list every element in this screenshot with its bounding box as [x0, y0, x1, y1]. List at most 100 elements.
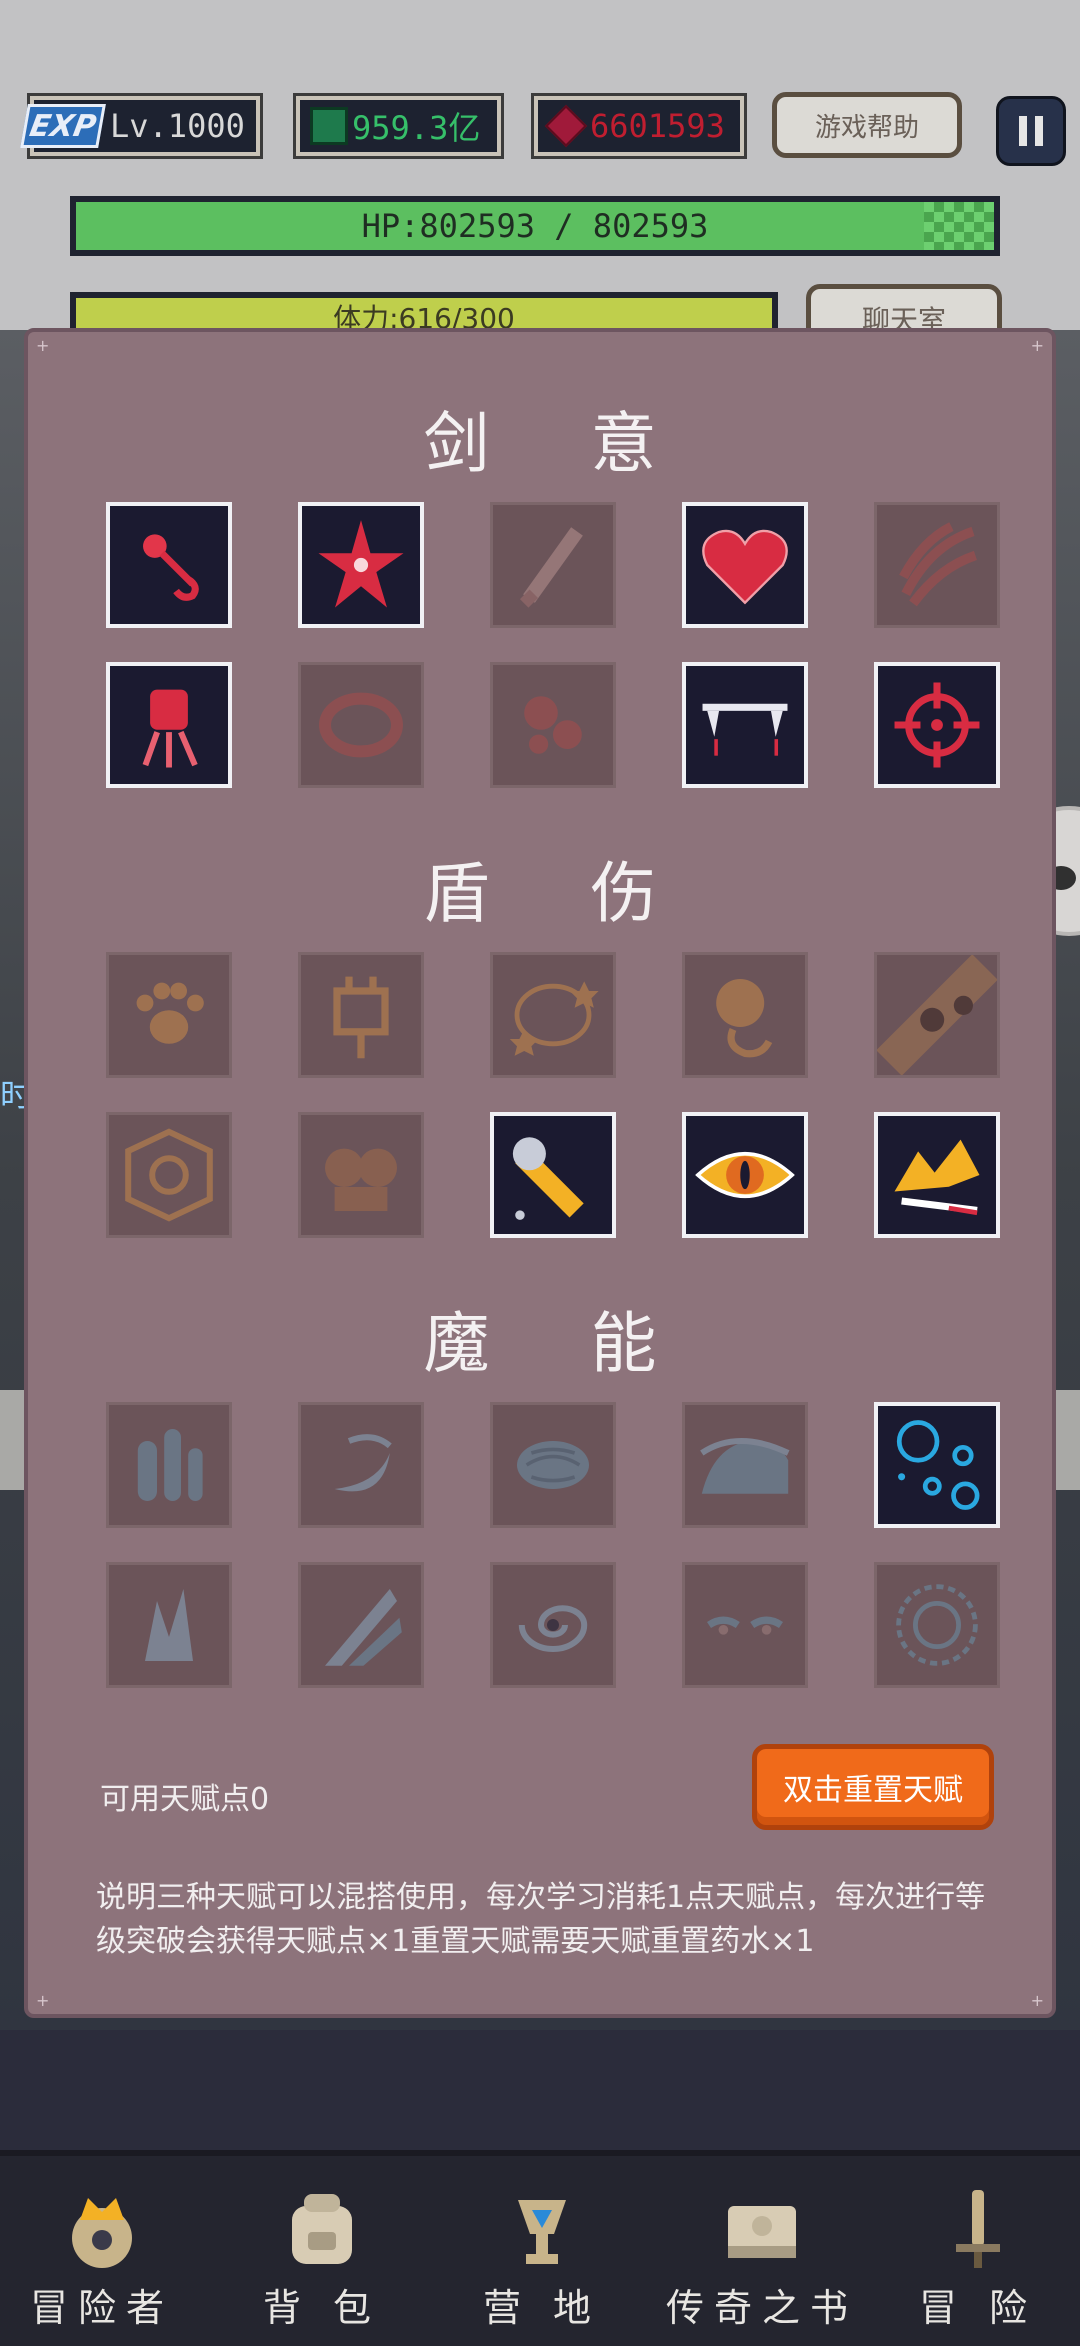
claw-slash-icon: [899, 522, 978, 607]
nav-item-adventure[interactable]: 冒 险: [878, 2156, 1078, 2346]
ruby-amount: 6601593: [590, 107, 725, 145]
gem-currency: 959.3亿: [296, 96, 501, 156]
orb-icon: [716, 979, 773, 1058]
talent-panel: + + + + 剑 意 盾 伤 魔 能 可用天赋点0 双击重置天赋 说明三种天赋…: [24, 328, 1056, 2018]
talent-slot-sword-10[interactable]: [874, 662, 1000, 788]
fangs-icon: [702, 703, 788, 756]
level-display: EXP Lv.1000: [20, 96, 260, 156]
corner-ornament: +: [36, 1991, 50, 2010]
talent-slot-sword-6[interactable]: [106, 662, 232, 788]
talent-slot-shield-6[interactable]: [106, 1112, 232, 1238]
talent-slot-magic-2[interactable]: [298, 1402, 424, 1528]
bottom-nav: 冒险者 背 包 营 地 传奇之书 冒 险: [0, 2150, 1080, 2346]
talent-slot-magic-5[interactable]: [874, 1402, 1000, 1528]
talent-slot-shield-5[interactable]: [874, 952, 1000, 1078]
talent-slot-sword-4[interactable]: [682, 502, 808, 628]
exp-logo-icon: EXP: [20, 104, 106, 148]
talent-slot-magic-7[interactable]: [298, 1562, 424, 1688]
nav-item-camp[interactable]: 营 地: [442, 2156, 642, 2346]
fist-icon: [142, 689, 198, 768]
trophy-icon: [518, 2200, 566, 2264]
book-icon: [728, 2206, 796, 2258]
talent-slot-shield-9[interactable]: [682, 1112, 808, 1238]
section-title-sword: 剑 意: [423, 405, 697, 482]
talent-slot-shield-7[interactable]: [298, 1112, 424, 1238]
wave-icon: [700, 1438, 790, 1494]
talent-slot-shield-4[interactable]: [682, 952, 808, 1078]
gem-amount: 959.3亿: [352, 109, 481, 147]
ruby-currency: 6601593: [534, 96, 744, 156]
crescent-icon: [334, 1434, 392, 1492]
talent-points-label: 可用天赋点0: [100, 1782, 270, 1817]
talent-slot-magic-10[interactable]: [874, 1562, 1000, 1688]
nav-label-adventure: 冒 险: [918, 2286, 1038, 2330]
blood-splatter-icon: [524, 696, 582, 754]
ring-icon: [319, 692, 403, 758]
help-button[interactable]: 游戏帮助: [772, 92, 962, 158]
blade-icon: [519, 527, 583, 608]
talent-slot-sword-7[interactable]: [298, 662, 424, 788]
pause-button[interactable]: [996, 96, 1066, 166]
talent-slot-sword-9[interactable]: [682, 662, 808, 788]
pause-bar-icon: [1019, 116, 1027, 146]
sword-icon: [956, 2190, 1000, 2268]
talent-slot-shield-1[interactable]: [106, 952, 232, 1078]
vortex-icon: [518, 1605, 588, 1652]
totem-icon: [333, 976, 389, 1059]
talent-slot-sword-5[interactable]: [874, 502, 1000, 628]
talent-slot-magic-4[interactable]: [682, 1402, 808, 1528]
talent-description: 说明三种天赋可以混搭使用，每次学习消耗1点天赋点，每次进行等级突破会获得天赋点×…: [96, 1880, 986, 1959]
talent-slot-shield-10[interactable]: [874, 1112, 1000, 1238]
nav-item-adventurer[interactable]: 冒险者: [2, 2156, 202, 2346]
ice-shards-icon: [325, 1589, 402, 1666]
shadow-eyes-icon: [707, 1616, 783, 1635]
bullet-icon: [512, 1137, 584, 1220]
shield-emblem-icon: [125, 1128, 213, 1222]
brain-icon: [517, 1441, 589, 1489]
level-text: Lv.1000: [110, 107, 245, 145]
heart-icon: [702, 529, 788, 605]
paw-icon: [136, 982, 204, 1044]
eye-icon: [695, 1152, 795, 1198]
talent-slot-magic-8[interactable]: [490, 1562, 616, 1688]
section-title-shield: 盾 伤: [423, 855, 697, 932]
hp-text: HP:802593 / 802593: [361, 207, 709, 245]
talent-slot-sword-2[interactable]: [298, 502, 424, 628]
nav-item-legend-book[interactable]: 传奇之书: [662, 2156, 862, 2346]
crosshair-icon: [894, 682, 980, 768]
section-title-magic: 魔 能: [423, 1305, 697, 1382]
talent-slot-sword-3[interactable]: [490, 502, 616, 628]
nav-item-backpack[interactable]: 背 包: [222, 2156, 422, 2346]
ruby-icon: [544, 104, 588, 148]
hp-bar: HP:802593 / 802593: [70, 196, 1000, 256]
talent-slot-magic-9[interactable]: [682, 1562, 808, 1688]
ice-crystal-icon: [145, 1589, 193, 1661]
talent-slot-magic-1[interactable]: [106, 1402, 232, 1528]
corner-ornament: +: [1030, 336, 1044, 355]
sword-spin-icon: [143, 534, 199, 601]
talent-slot-shield-2[interactable]: [298, 952, 424, 1078]
bubbles-icon: [896, 1420, 980, 1510]
talent-slot-magic-3[interactable]: [490, 1402, 616, 1528]
talent-slot-shield-8[interactable]: [490, 1112, 616, 1238]
talent-slot-sword-8[interactable]: [490, 662, 616, 788]
emerald-icon: [310, 107, 348, 145]
star-burst-icon: [318, 520, 404, 608]
nav-label-adventurer: 冒险者: [29, 2286, 174, 2330]
corner-ornament: +: [1030, 1991, 1044, 2010]
pause-bar-icon: [1035, 116, 1043, 146]
reset-talents-button[interactable]: 双击重置天赋: [752, 1744, 994, 1830]
talent-slot-shield-3[interactable]: [490, 952, 616, 1078]
backpack-icon: [292, 2194, 352, 2264]
talent-slot-magic-6[interactable]: [106, 1562, 232, 1688]
nav-label-camp: 营 地: [482, 2286, 602, 2330]
rune-circle-icon: [896, 1584, 978, 1666]
golden-slash-icon: [894, 1139, 980, 1216]
background-top: [0, 0, 1080, 330]
meteor-icon: [877, 955, 997, 1075]
star-orbit-icon: [509, 981, 599, 1056]
hp-bar-pattern: [924, 202, 994, 250]
pillars-icon: [137, 1429, 203, 1501]
talent-slot-sword-1[interactable]: [106, 502, 232, 628]
corner-ornament: +: [36, 336, 50, 355]
